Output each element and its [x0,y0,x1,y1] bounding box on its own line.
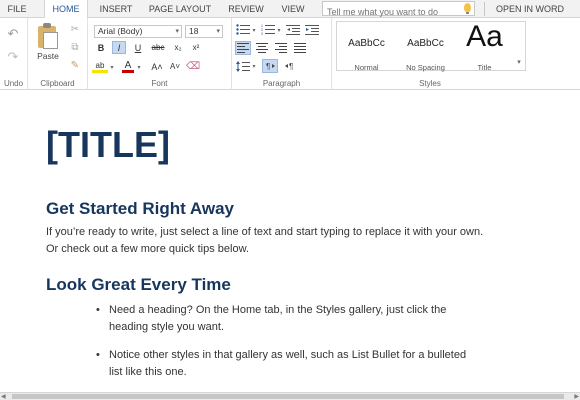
numbering-icon[interactable]: 123 [260,23,276,36]
horizontal-scrollbar[interactable]: ◀ ▶ [0,392,580,400]
chevron-down-icon[interactable]: ▾ [251,26,257,34]
scroll-left-icon[interactable]: ◀ [1,393,6,400]
styles-group: AaBbCc Normal AaBbCc No Spacing Aa Title… [332,18,528,90]
bold-button[interactable]: B [94,41,108,54]
heading-get-started[interactable]: Get Started Right Away [46,199,234,219]
format-painter-icon[interactable]: ✎ [68,59,82,71]
paragraph-group-label: Paragraph [262,79,301,88]
style-title[interactable]: Aa Title [457,20,512,74]
tab-home[interactable]: HOME [44,0,88,19]
clipboard-group-label: Clipboard [40,79,75,88]
redo-icon[interactable]: ↷ [5,49,21,64]
scroll-right-icon[interactable]: ▶ [574,393,579,400]
tab-file[interactable]: FILE [0,0,34,18]
paragraph-group: ▾ 123 ▾ ▾ ¶ ¶ Paragraph [232,18,332,90]
grow-font-button[interactable]: A˄ [150,60,164,73]
styles-group-label: Styles [419,79,441,88]
font-name-dropdown[interactable]: Arial (Body) ▾ [94,25,182,38]
font-group: Arial (Body) ▾ 18 ▾ B I U abc x₂ x² ab ▾… [88,18,232,90]
chevron-down-icon[interactable]: ▾ [135,63,143,71]
svg-text:¶: ¶ [266,62,270,71]
font-name-value: Arial (Body) [98,26,143,36]
bullet-item[interactable]: Notice other styles in that gallery as w… [96,347,479,381]
font-size-value: 18 [189,26,199,36]
undo-group: ↶ ↷ Undo [0,18,28,90]
undo-icon[interactable]: ↶ [5,26,21,41]
clear-formatting-icon[interactable]: ⌫ [186,60,200,73]
lightbulb-icon [464,3,471,14]
shrink-font-button[interactable]: A˅ [168,60,182,73]
document-page[interactable]: [TITLE] Get Started Right Away If you’re… [0,91,580,393]
tab-review[interactable]: REVIEW [224,0,268,18]
tell-me-input[interactable] [323,5,455,19]
chevron-down-icon[interactable]: ▾ [108,63,116,71]
svg-text:¶: ¶ [289,62,293,71]
tab-page-layout[interactable]: PAGE LAYOUT [146,0,214,18]
style-name: Title [477,63,492,72]
paste-icon [38,23,58,49]
chevron-down-icon: ▾ [175,28,179,35]
strikethrough-button[interactable]: abc [149,41,167,54]
tab-separator [484,2,485,16]
font-group-label: Font [151,79,168,88]
svg-text:3: 3 [261,32,263,35]
tell-me-box[interactable] [322,1,475,19]
rtl-direction-button[interactable]: ¶ [282,59,298,73]
font-size-dropdown[interactable]: 18 ▾ [185,25,223,38]
copy-icon[interactable]: ⧉ [68,41,82,53]
styles-gallery: AaBbCc Normal AaBbCc No Spacing Aa Title [336,20,526,74]
underline-button[interactable]: U [131,41,145,54]
style-preview: AaBbCc [407,38,444,49]
style-preview: AaBbCc [348,38,385,49]
style-preview: Aa [466,20,503,53]
chevron-down-icon: ▾ [216,28,220,35]
superscript-button[interactable]: x² [188,41,204,54]
tab-insert[interactable]: INSERT [94,0,138,18]
line-spacing-icon[interactable] [235,59,251,73]
styles-more-icon[interactable]: ▾ [514,56,524,68]
style-no-spacing[interactable]: AaBbCc No Spacing [398,24,453,74]
tab-view[interactable]: VIEW [276,0,310,18]
align-right-button[interactable] [273,41,289,55]
paste-button[interactable]: Paste [28,18,68,66]
style-name: No Spacing [406,63,445,72]
align-center-button[interactable] [254,41,270,55]
undo-group-label: Undo [3,79,24,88]
bullets-icon[interactable] [235,23,251,36]
document-title[interactable]: [TITLE] [46,125,170,165]
ribbon: ↶ ↷ Undo Paste ✂ ⧉ ✎ Clipboard Arial (Bo… [0,18,580,90]
decrease-indent-icon[interactable] [285,23,301,36]
ribbon-tabs-bar: FILE HOME INSERT PAGE LAYOUT REVIEW VIEW… [0,0,580,19]
intro-paragraph[interactable]: If you’re ready to write, just select a … [46,224,486,258]
style-name: Normal [354,63,379,72]
paste-label: Paste [37,51,59,61]
word-online-window: FILE HOME INSERT PAGE LAYOUT REVIEW VIEW… [0,0,580,400]
bullet-item[interactable]: Need a heading? On the Home tab, in the … [96,302,479,336]
subscript-button[interactable]: x₂ [170,41,186,54]
italic-button[interactable]: I [112,41,126,54]
justify-button[interactable] [292,41,308,55]
style-normal[interactable]: AaBbCc Normal [339,24,394,74]
chevron-down-icon[interactable]: ▾ [251,62,257,70]
align-left-button[interactable] [235,41,251,55]
ltr-direction-button[interactable]: ¶ [262,59,278,73]
clipboard-group: Paste ✂ ⧉ ✎ Clipboard [28,18,88,90]
cut-icon[interactable]: ✂ [68,23,82,35]
font-color-button[interactable]: A [122,60,134,73]
scrollbar-thumb[interactable] [12,394,564,399]
open-in-word-button[interactable]: OPEN IN WORD [488,0,572,18]
chevron-down-icon[interactable]: ▾ [276,26,282,34]
increase-indent-icon[interactable] [304,23,320,36]
highlight-button[interactable]: ab [92,60,108,73]
heading-look-great[interactable]: Look Great Every Time [46,275,231,295]
